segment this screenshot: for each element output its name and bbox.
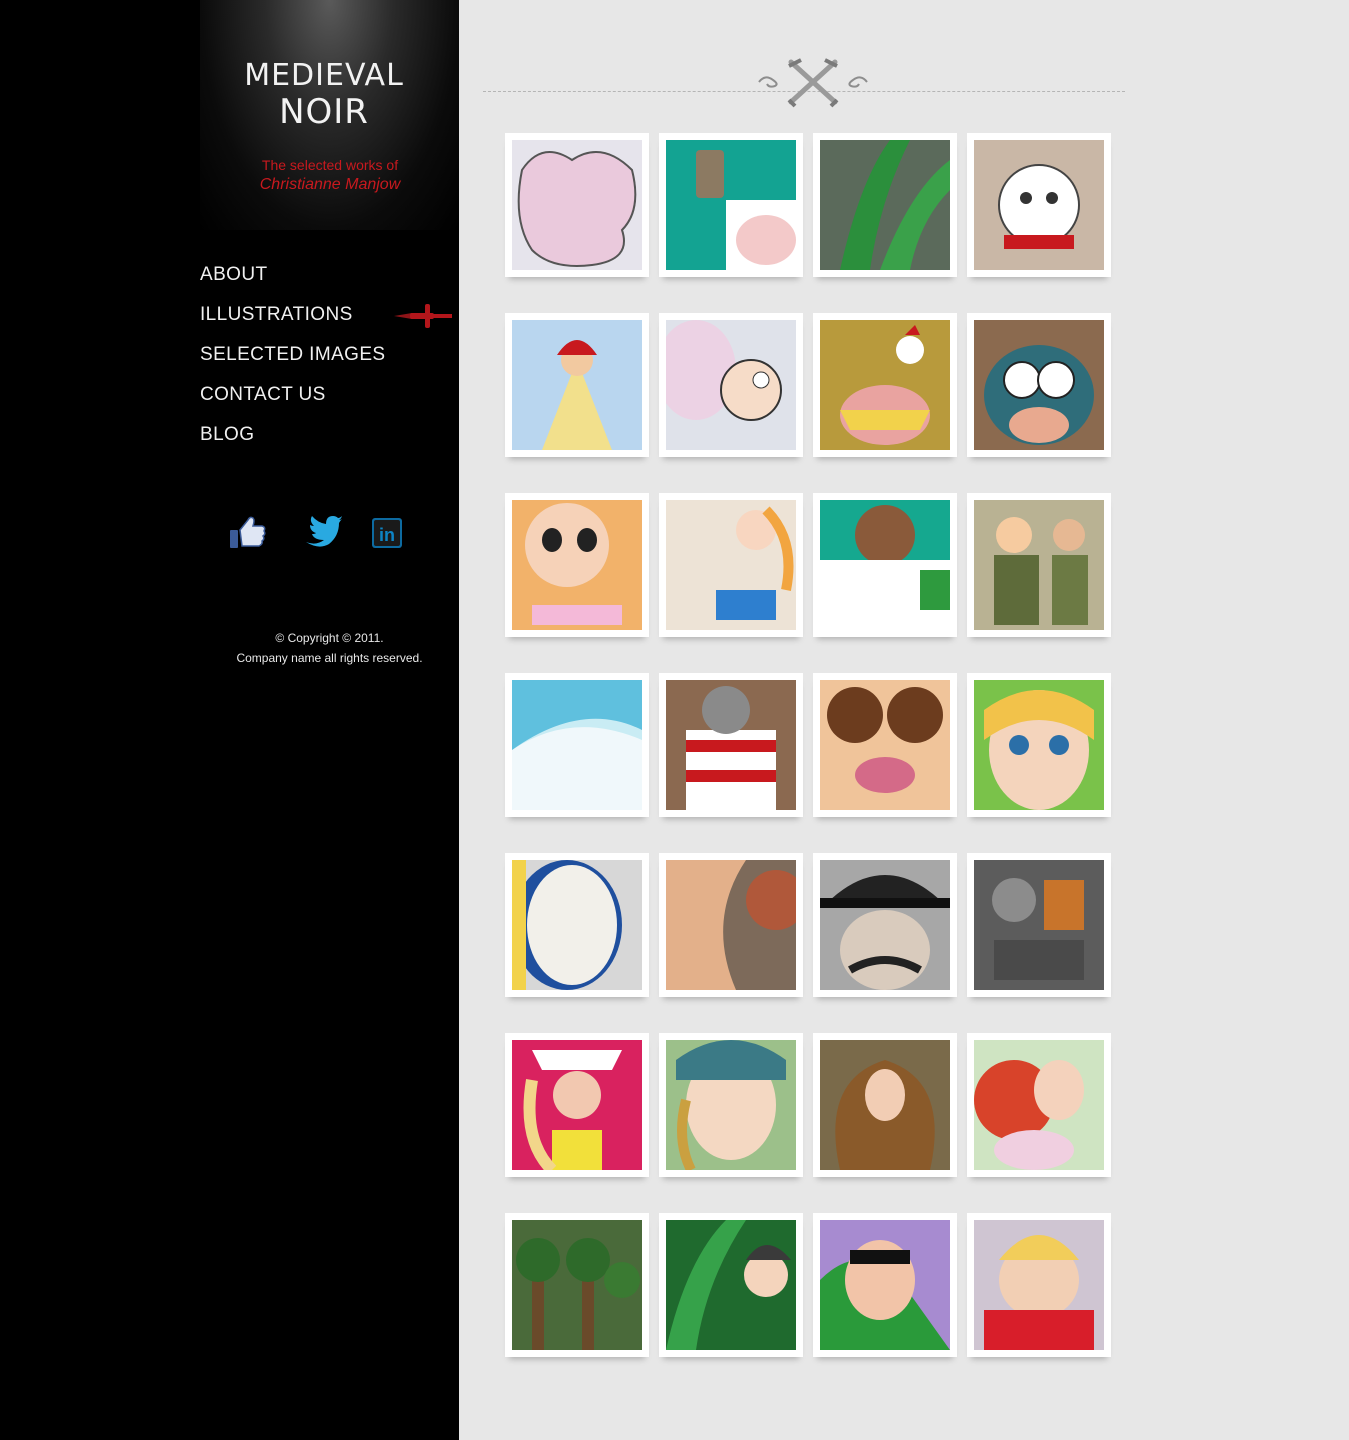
thumbnail-image [666,680,796,810]
thumbnail-image [666,860,796,990]
logo-line-2: NOIR [279,92,369,132]
thumbnail-curly-woman[interactable] [659,1033,803,1177]
thumbnail-bear-in-bucket[interactable] [659,673,803,817]
nav-contact-us[interactable]: CONTACT US [200,382,459,422]
thumbnail-superhero[interactable] [813,1213,957,1357]
thumbnail-long-haired-girl[interactable] [813,1033,957,1177]
thumbnail-image [974,140,1104,270]
thumbnail-wave[interactable] [505,673,649,817]
thumbnail-image [974,860,1104,990]
thumbnail-mustache-man[interactable] [813,853,957,997]
thumbnail-image [974,500,1104,630]
copyright-line-1: © Copyright © 2011. [275,631,384,645]
thumbnail-scouts[interactable] [967,493,1111,637]
thumbnail-brain[interactable] [505,133,649,277]
thumbnail-image [666,1040,796,1170]
nav-about[interactable]: ABOUT [200,262,459,302]
thumbnail-image [974,680,1104,810]
thumbnail-blonde-face[interactable] [967,673,1111,817]
nav-blog[interactable]: BLOG [200,422,459,462]
twitter-icon[interactable] [302,512,342,554]
main-nav: ABOUT ILLUSTRATIONS SELECTED IMAGES CONT… [200,262,459,462]
thumbnail-image [820,500,950,630]
thumbnail-robot-collage[interactable] [967,853,1111,997]
tagline: The selected works of Christianne Manjow [200,157,460,194]
thumbnail-bottle-and-cow[interactable] [659,133,803,277]
crossed-swords-icon [758,58,868,108]
facebook-like-icon[interactable] [228,512,268,554]
thumbnail-pinup-girl[interactable] [659,493,803,637]
thumbnail-chicken[interactable] [813,313,957,457]
social-links: in [228,512,418,556]
thumbnail-green-leaves[interactable] [813,133,957,277]
sidebar: MEDIEVAL NOIR The selected works of Chri… [0,0,459,1440]
thumbnail-image [666,1220,796,1350]
thumbnail-image [820,320,950,450]
thumbnail-image [820,1040,950,1170]
thumbnail-image [512,1220,642,1350]
thumbnail-image [512,680,642,810]
thumbnail-image [512,320,642,450]
thumbnail-kissing-profile[interactable] [659,853,803,997]
active-sword-icon [394,304,452,328]
thumbnail-image [512,500,642,630]
thumbnail-scared-fish[interactable] [967,313,1111,457]
thumbnail-image [974,1040,1104,1170]
thumbnail-plump-lady[interactable] [967,1213,1111,1357]
thumbnail-angry-dog[interactable] [967,133,1111,277]
thumbnail-image [666,140,796,270]
thumbnail-image [820,140,950,270]
tagline-line-2: Christianne Manjow [259,176,401,193]
thumbnail-image [512,860,642,990]
thumbnail-tree-people[interactable] [505,1213,649,1357]
thumbnail-drum[interactable] [505,853,649,997]
thumbnail-image [820,680,950,810]
thumbnail-red-riding-fairy[interactable] [505,313,649,457]
copyright: © Copyright © 2011. Company name all rig… [200,628,459,668]
thumbnail-diva-hat[interactable] [505,1033,649,1177]
thumbnail-image [974,320,1104,450]
thumbnail-kissing-kid[interactable] [659,313,803,457]
tagline-line-1: The selected works of [261,157,399,173]
thumbnail-image [974,1220,1104,1350]
linkedin-icon[interactable]: in [370,512,410,554]
thumbnail-image [666,500,796,630]
logo-line-1: MEDIEVAL [244,58,404,93]
linkedin-text: in [379,525,395,545]
thumbnail-leaves-monster[interactable] [659,1213,803,1357]
thumbnail-blonde-girl[interactable] [505,493,649,637]
thumbnail-red-haired-girl[interactable] [967,1033,1111,1177]
thumbnail-image [666,320,796,450]
thumbnail-image [820,1220,950,1350]
site-logo[interactable]: MEDIEVAL NOIR [200,58,448,130]
copyright-line-2: Company name all rights reserved. [236,651,423,665]
thumbnail-image [820,860,950,990]
thumbnail-image [512,140,642,270]
thumbnail-image [512,1040,642,1170]
thumbnail-cow-milk[interactable] [813,493,957,637]
nav-selected-images[interactable]: SELECTED IMAGES [200,342,459,382]
thumbnail-hungry-face[interactable] [813,673,957,817]
gallery-area [459,0,1349,1440]
